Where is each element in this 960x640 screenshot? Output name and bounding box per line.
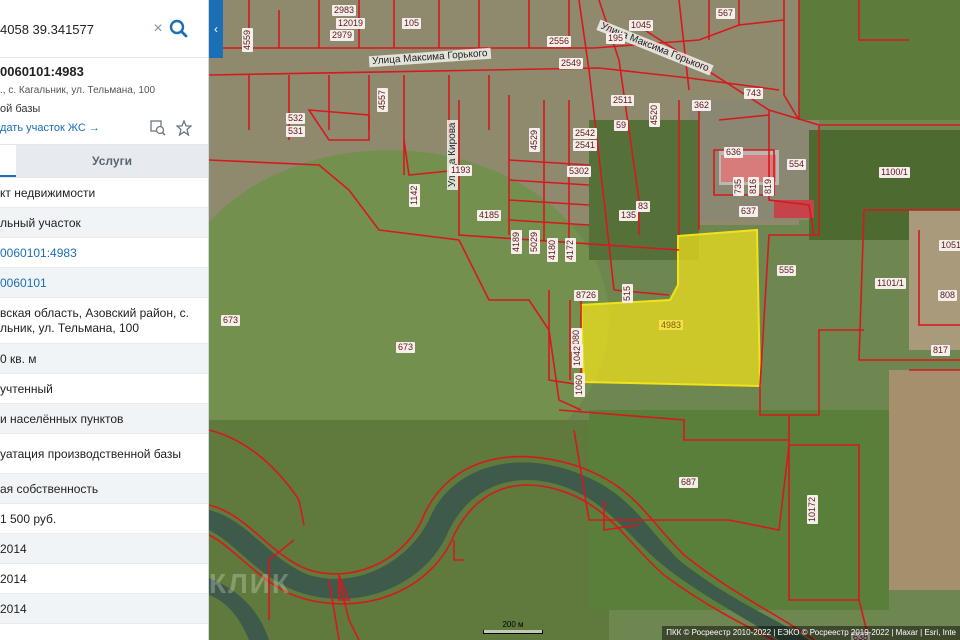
street-label: Улица Кирова bbox=[447, 119, 458, 190]
parcel-number-label[interactable]: 2541 bbox=[573, 140, 598, 151]
parcel-number-label[interactable]: 4557 bbox=[377, 87, 388, 112]
parcel-number-label[interactable]: 5302 bbox=[567, 166, 592, 177]
parcel-number-label[interactable]: 735 bbox=[733, 176, 744, 196]
parcel-number-label[interactable]: 673 bbox=[396, 342, 416, 353]
map-view[interactable]: Улица Максима Горького Улица Максима Гор… bbox=[209, 0, 960, 640]
favorite-star-icon[interactable] bbox=[175, 119, 193, 137]
parcel-number-label[interactable]: 4180 bbox=[547, 237, 558, 262]
parcel-number-label[interactable]: 1100/1 bbox=[879, 167, 910, 178]
search-bar: × bbox=[0, 0, 208, 58]
parcel-number-label[interactable]: 135 bbox=[619, 210, 639, 221]
parcel-number-label[interactable]: 1193 bbox=[449, 165, 473, 176]
parcel-number-label[interactable]: 362 bbox=[692, 100, 712, 111]
parcel-number-label[interactable]: 567 bbox=[716, 8, 736, 19]
attribute-row: ая собственность bbox=[0, 474, 208, 504]
attribute-row: кт недвижимости bbox=[0, 178, 208, 208]
search-icon bbox=[169, 19, 188, 38]
parcel-number-label[interactable]: 8726 bbox=[574, 290, 599, 301]
attribute-row: уатация производственной базы bbox=[0, 434, 208, 474]
scale-label: 200 м bbox=[502, 620, 524, 629]
panel-tabs: Услуги bbox=[0, 145, 208, 178]
attribute-row: и населённых пунктов bbox=[0, 404, 208, 434]
object-header: 0060101:4983 ., с. Кагальник, ул. Тельма… bbox=[0, 58, 208, 145]
attribute-row: 2014 bbox=[0, 534, 208, 564]
search-input[interactable] bbox=[0, 17, 150, 41]
parcel-number-label[interactable]: 808 bbox=[938, 290, 958, 301]
attribute-link[interactable]: 0060101 bbox=[0, 268, 208, 298]
tab-info[interactable] bbox=[0, 145, 16, 177]
attribute-row: 2014 bbox=[0, 564, 208, 594]
watermark: КЛИК bbox=[209, 568, 291, 599]
parcel-number-label[interactable]: 531 bbox=[286, 126, 306, 137]
parcel-number-label[interactable]: 4520 bbox=[649, 102, 660, 127]
attribute-row: льный участок bbox=[0, 208, 208, 238]
info-panel: × 0060101:4983 ., с. Кагальник, ул. Тель… bbox=[0, 0, 209, 640]
search-button[interactable] bbox=[168, 16, 190, 42]
scale-bar: 200 м bbox=[483, 620, 543, 634]
parcel-number-label[interactable]: 12019 bbox=[336, 18, 366, 29]
parcel-number-label[interactable]: 105 bbox=[402, 18, 422, 29]
parcel-number-label[interactable]: 817 bbox=[931, 345, 951, 356]
map-attribution: ПКК © Росреестр 2010-2022 | ЕЭКО © Росре… bbox=[662, 626, 960, 640]
parcel-number-label[interactable]: 4529 bbox=[529, 127, 540, 152]
selected-parcel-label[interactable]: 4983 bbox=[659, 320, 684, 330]
parcel-number-label[interactable]: 2983 bbox=[332, 5, 357, 16]
object-actions bbox=[150, 119, 193, 137]
cadastral-number: 0060101:4983 bbox=[0, 64, 84, 79]
parcel-number-label[interactable]: 687 bbox=[679, 477, 699, 488]
attribute-row: учтенный bbox=[0, 374, 208, 404]
parcel-number-label[interactable]: 4189 bbox=[511, 229, 522, 254]
clear-icon[interactable]: × bbox=[150, 18, 166, 40]
parcel-number-label[interactable]: 819 bbox=[763, 176, 774, 196]
parcel-number-label[interactable]: 1060 bbox=[574, 372, 585, 397]
parcel-number-label[interactable]: 2542 bbox=[573, 128, 598, 139]
zoom-to-icon[interactable] bbox=[150, 120, 166, 136]
parcel-number-label[interactable]: 5029 bbox=[529, 229, 540, 254]
parcel-number-label[interactable]: 1101/1 bbox=[875, 278, 906, 289]
parcel-number-label[interactable]: 2979 bbox=[330, 30, 355, 41]
parcel-number-label[interactable]: 515 bbox=[622, 283, 633, 303]
parcel-number-label[interactable]: 4559 bbox=[242, 27, 253, 52]
parcel-number-label[interactable]: 83 bbox=[636, 201, 651, 212]
parcel-number-label[interactable]: 10172 bbox=[807, 494, 818, 524]
parcel-number-label[interactable]: 2556 bbox=[547, 36, 572, 47]
parcel-number-label[interactable]: 636 bbox=[724, 147, 744, 158]
parcel-number-label[interactable]: 2511 bbox=[611, 95, 635, 106]
object-address: ., с. Кагальник, ул. Тельмана, 100 bbox=[0, 85, 156, 96]
parcel-number-label[interactable]: 555 bbox=[777, 265, 797, 276]
attribute-row: 1 500 руб. bbox=[0, 504, 208, 534]
collapse-panel-button[interactable]: ‹ bbox=[209, 0, 223, 58]
parcel-number-label[interactable]: 1045 bbox=[629, 20, 654, 31]
attribute-row: вская область, Азовский район, с. льник,… bbox=[0, 298, 208, 344]
parcel-number-label[interactable]: 743 bbox=[744, 88, 764, 99]
parcel-number-label[interactable]: 637 bbox=[739, 206, 759, 217]
parcel-number-label[interactable]: 1142 bbox=[409, 183, 420, 207]
tab-services[interactable]: Услуги bbox=[16, 145, 208, 177]
parcel-number-label[interactable]: 2549 bbox=[559, 58, 584, 69]
attribute-list: кт недвижимости льный участок 0060101:4983… bbox=[0, 178, 208, 624]
object-purpose: ой базы bbox=[0, 103, 41, 115]
parcel-number-label[interactable]: 195 bbox=[606, 33, 626, 44]
parcel-number-label[interactable]: 4172 bbox=[565, 237, 576, 262]
parcel-number-label[interactable]: 554 bbox=[787, 159, 807, 170]
map-imagery bbox=[209, 0, 960, 640]
parcel-number-label[interactable]: 1042 bbox=[572, 343, 583, 368]
parcel-number-label[interactable]: 532 bbox=[286, 113, 306, 124]
parcel-number-label[interactable]: 1051 bbox=[939, 240, 960, 251]
parcel-number-label[interactable]: 59 bbox=[614, 120, 629, 131]
attribute-row: 0 кв. м bbox=[0, 344, 208, 374]
parcel-number-label[interactable]: 4185 bbox=[477, 210, 502, 221]
attribute-row: 2014 bbox=[0, 594, 208, 624]
parcel-number-label[interactable]: 673 bbox=[221, 315, 241, 326]
attribute-link[interactable]: 0060101:4983 bbox=[0, 238, 208, 268]
parcel-number-label[interactable]: 816 bbox=[748, 176, 759, 196]
